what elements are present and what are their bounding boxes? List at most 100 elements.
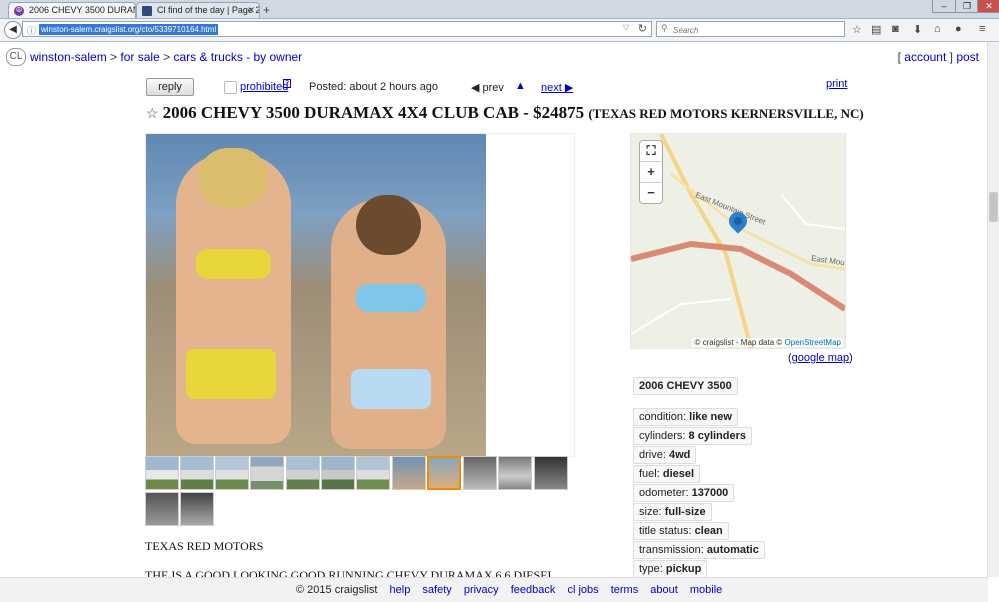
url-dropdown-icon[interactable]: ▽: [623, 23, 629, 32]
browser-nav-bar: ◀ ⓘ winston-salem.craigslist.org/cto/533…: [0, 19, 999, 42]
site-info-icon[interactable]: ⓘ: [27, 24, 36, 37]
map-credit: © craigslist - Map data © OpenStreetMap: [692, 338, 843, 347]
footer-link-mobile[interactable]: mobile: [690, 584, 722, 596]
close-tab-icon[interactable]: ✕: [247, 3, 255, 18]
breadcrumb: winston-salem > for sale > cars & trucks…: [30, 50, 302, 64]
thumbnail[interactable]: [356, 456, 390, 490]
footer-link-privacy[interactable]: privacy: [464, 584, 499, 596]
openstreetmap-link[interactable]: OpenStreetMap: [785, 338, 841, 347]
attribute-transmission: transmission: automatic: [633, 541, 765, 559]
breadcrumb-city[interactable]: winston-salem: [30, 50, 107, 64]
thumbnail[interactable]: [180, 456, 214, 490]
prev-link[interactable]: ◀ prev: [471, 81, 504, 94]
reading-list-icon[interactable]: ▤: [871, 23, 881, 36]
map-roads: [631, 134, 845, 348]
help-icon[interactable]: ?: [283, 79, 291, 88]
back-button[interactable]: ◀: [4, 21, 22, 39]
up-arrow-link[interactable]: ▲: [515, 80, 526, 92]
prohibited-link[interactable]: prohibited: [240, 81, 288, 93]
footer-link-feedback[interactable]: feedback: [511, 584, 556, 596]
footer-link-cl-jobs[interactable]: cl jobs: [567, 584, 598, 596]
downloads-icon[interactable]: ⬇: [913, 23, 922, 36]
fullscreen-icon[interactable]: ⛶: [640, 141, 662, 162]
footer-link-about[interactable]: about: [650, 584, 678, 596]
zoom-out-button[interactable]: −: [640, 183, 662, 203]
footer-link-terms[interactable]: terms: [611, 584, 639, 596]
home-icon[interactable]: ⌂: [934, 23, 941, 35]
new-tab-button[interactable]: +: [263, 3, 270, 17]
breadcrumb-separator: >: [110, 50, 118, 64]
posted-time: Posted: about 2 hours ago: [309, 81, 439, 93]
thumbnail[interactable]: [180, 492, 214, 526]
account-link[interactable]: account: [904, 50, 946, 64]
next-link[interactable]: next ▶: [541, 81, 573, 94]
thumbnail[interactable]: [145, 456, 179, 490]
browser-tab-bar: ☮ 2006 CHEVY 3500 DURAM... Cl find of th…: [0, 0, 999, 19]
favorite-star-icon[interactable]: ☆: [146, 107, 159, 122]
photo-figure: [176, 148, 291, 444]
site-header: CL winston-salem > for sale > cars & tru…: [0, 46, 999, 70]
attribute-value: pickup: [665, 563, 702, 575]
paren: ): [849, 352, 853, 364]
attribute-value: like new: [689, 411, 732, 423]
thumbnail[interactable]: [250, 456, 284, 490]
thumbnail-selected[interactable]: [427, 456, 461, 490]
thumbnail[interactable]: [534, 456, 568, 490]
post-link[interactable]: post: [956, 50, 979, 64]
scrollbar-thumb[interactable]: [989, 192, 998, 222]
posting-location: (TEXAS RED MOTORS KERNERSVILLE, NC): [588, 106, 864, 121]
tab-title: Cl find of the day | Page 2 |...: [157, 5, 260, 15]
reload-icon[interactable]: ↻: [638, 22, 647, 35]
attribute-value: clean: [694, 525, 723, 537]
search-bar[interactable]: ⚲: [656, 21, 845, 37]
maximize-button[interactable]: ❐: [955, 0, 979, 13]
google-map-link[interactable]: google map: [792, 352, 850, 364]
minimize-button[interactable]: –: [932, 0, 956, 13]
url-text[interactable]: winston-salem.craigslist.org/cto/5339710…: [39, 24, 219, 35]
thumbnail[interactable]: [392, 456, 426, 490]
image-gallery: [145, 133, 575, 457]
tab-other[interactable]: Cl find of the day | Page 2 |... ✕: [136, 2, 260, 18]
photo-figure: [331, 195, 446, 449]
bookmark-star-icon[interactable]: ☆: [852, 23, 862, 36]
url-bar[interactable]: ⓘ winston-salem.craigslist.org/cto/53397…: [22, 21, 652, 37]
thumbnail[interactable]: [463, 456, 497, 490]
footer-link-help[interactable]: help: [390, 584, 411, 596]
craigslist-favicon-icon: ☮: [14, 6, 24, 16]
thumbnail[interactable]: [321, 456, 355, 490]
reply-button[interactable]: reply: [146, 78, 194, 96]
page-scrollbar[interactable]: [987, 42, 999, 577]
map-zoom-controls: ⛶ + −: [639, 140, 663, 204]
site-footer: © 2015 craigslist help safety privacy fe…: [0, 577, 988, 602]
prev-label[interactable]: prev: [483, 82, 504, 94]
craigslist-logo[interactable]: CL: [6, 48, 26, 66]
attribute-size: size: full-size: [633, 503, 712, 521]
thumbnail[interactable]: [215, 456, 249, 490]
footer-link-safety[interactable]: safety: [422, 584, 451, 596]
attribute-condition: condition: like new: [633, 408, 738, 426]
attribute-odometer: odometer: 137000: [633, 484, 735, 502]
tab-current[interactable]: ☮ 2006 CHEVY 3500 DURAM...: [8, 2, 136, 18]
chat-icon[interactable]: ●: [955, 23, 962, 35]
zoom-in-button[interactable]: +: [640, 162, 662, 183]
thumbnail[interactable]: [145, 492, 179, 526]
attribute-key: fuel:: [639, 468, 663, 480]
attribute-type: type: pickup: [633, 560, 708, 578]
breadcrumb-for-sale[interactable]: for sale: [120, 50, 159, 64]
breadcrumb-category[interactable]: cars & trucks - by owner: [173, 50, 302, 64]
prohibited-checkbox[interactable]: [224, 81, 237, 94]
thumbnail[interactable]: [498, 456, 532, 490]
footer-copyright: © 2015 craigslist: [296, 584, 378, 596]
attribute-value: automatic: [706, 544, 759, 556]
print-link[interactable]: print: [826, 78, 847, 90]
google-map-link-wrapper: (google map): [788, 352, 853, 364]
thumbnail[interactable]: [286, 456, 320, 490]
attribute-value: full-size: [664, 506, 706, 518]
pocket-icon[interactable]: ◙: [892, 23, 899, 35]
main-photo[interactable]: [146, 134, 486, 456]
menu-icon[interactable]: ≡: [979, 23, 985, 35]
close-window-button[interactable]: ✕: [977, 0, 999, 13]
attribute-key: condition:: [639, 411, 690, 423]
location-map[interactable]: ⛶ + − East Mountain Street East Mou © cr…: [630, 133, 846, 349]
search-input[interactable]: [671, 23, 825, 37]
